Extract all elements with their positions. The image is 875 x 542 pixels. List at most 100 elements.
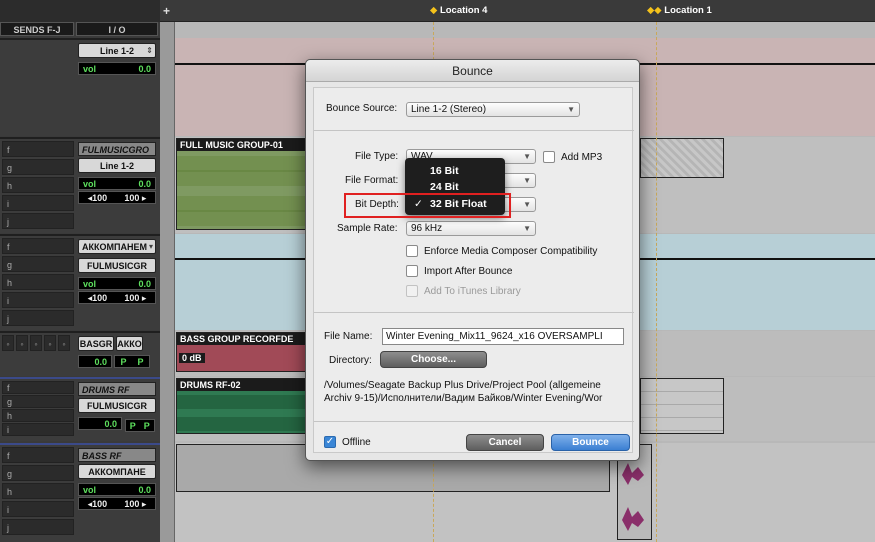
send-slot[interactable]: h	[2, 274, 74, 290]
choose-directory-button[interactable]: Choose...	[380, 351, 487, 368]
send-slot[interactable]: j	[2, 310, 74, 326]
itunes-label: Add To iTunes Library	[424, 286, 521, 297]
chevron-down-icon: ▼	[567, 105, 575, 114]
sends-header: SENDS F-J	[0, 22, 74, 36]
clip-gain-readout[interactable]: 0 dB	[179, 353, 205, 363]
input-selector[interactable]: АККОМПАНЕМ ▾	[78, 239, 156, 254]
mixer-strip: f g h i j BASS RF АККОМПАНЕ vol 0.0 ◂100 1…	[0, 443, 160, 542]
send-knob[interactable]: ◦	[30, 335, 42, 351]
add-mp3-checkbox[interactable]	[543, 151, 555, 163]
audio-clip-empty[interactable]	[640, 138, 724, 178]
mixer-topbar	[0, 0, 160, 22]
pan-readout[interactable]: PP	[124, 419, 155, 432]
divider	[314, 312, 634, 313]
pan-readout[interactable]: ◂100 100 ▸	[78, 191, 156, 204]
track-io-name[interactable]: DRUMS RF	[78, 382, 156, 396]
enforce-compat-checkbox[interactable]	[406, 245, 418, 257]
track-io-name[interactable]: BASS RF	[78, 448, 156, 462]
menu-item-16bit[interactable]: 16 Bit	[405, 163, 505, 179]
send-slot[interactable]: i	[2, 292, 74, 308]
send-slot[interactable]: f	[2, 141, 74, 157]
itunes-checkbox	[406, 285, 418, 297]
cancel-button[interactable]: Cancel	[466, 434, 544, 451]
highlight-annotation	[344, 193, 511, 218]
audio-clip[interactable]: DRUMS RF-02	[176, 378, 306, 434]
volume-readout[interactable]: vol 0.0	[78, 483, 156, 496]
send-slot[interactable]: i	[2, 195, 74, 211]
mixer-strip: f g h i DRUMS RF FULMUSICGR 0.0 PP	[0, 377, 160, 441]
chevron-down-icon: ▾	[148, 242, 153, 251]
output-selector[interactable]: Line 1-2	[78, 158, 156, 173]
pan-readout[interactable]: ◂100 100 ▸	[78, 291, 156, 304]
volume-readout[interactable]: vol 0.0	[78, 277, 156, 290]
send-slot[interactable]: i	[2, 423, 74, 436]
bounce-button[interactable]: Bounce	[551, 434, 630, 451]
stepper-icon: ⇕	[146, 46, 153, 55]
volume-readout[interactable]: 0.0	[78, 417, 122, 430]
audio-clip[interactable]: BASS GROUP RECORFDE 0 dB	[176, 332, 306, 372]
clip-title: DRUMS RF-02	[177, 379, 305, 391]
marker-location-4[interactable]: ◆ Location 4	[430, 5, 487, 16]
chevron-down-icon: ▼	[523, 200, 531, 209]
output-selector[interactable]: FULMUSICGR	[78, 398, 156, 413]
timeline-ruler[interactable]	[160, 0, 875, 22]
bounce-source-select[interactable]: Line 1-2 (Stereo) ▼	[406, 102, 580, 117]
send-slot[interactable]: j	[2, 213, 74, 229]
output-selector[interactable]: АККОМПАНЕ	[78, 464, 156, 479]
location-line	[656, 22, 657, 542]
waveform	[177, 391, 305, 433]
send-knob[interactable]: ◦	[2, 335, 14, 351]
marker-location-1[interactable]: ◆◆ Location 1	[647, 5, 712, 16]
send-slot[interactable]: g	[2, 465, 74, 481]
send-slot[interactable]: g	[2, 256, 74, 272]
send-slot[interactable]: h	[2, 483, 74, 499]
mixer-strip: ◦ ◦ ◦ ◦ ◦ BASGR АККО 0.0 PP	[0, 331, 160, 376]
send-slot[interactable]: h	[2, 177, 74, 193]
output-selector[interactable]: Line 1-2 ⇕	[78, 43, 156, 58]
mixer-strip: f g h i j FULMUSICGRO Line 1-2 vol 0.0 ◂1…	[0, 137, 160, 233]
input-selector[interactable]: BASGR	[78, 336, 114, 351]
clip-title: BASS GROUP RECORFDE	[177, 333, 305, 345]
send-knob[interactable]: ◦	[58, 335, 70, 351]
dialog-title: Bounce	[306, 60, 639, 82]
directory-path-line: Archiv 9-15)/Исполнители/Вадим Байков/Wi…	[324, 392, 603, 404]
volume-readout[interactable]: vol 0.0	[78, 62, 156, 75]
send-slot[interactable]: f	[2, 381, 74, 394]
file-name-input[interactable]: Winter Evening_Mix11_9624_x16 OVERSAMPLI	[382, 328, 624, 345]
send-knob[interactable]: ◦	[16, 335, 28, 351]
sample-rate-select[interactable]: 96 kHz ▼	[406, 221, 536, 236]
file-format-label: File Format:	[345, 175, 399, 186]
audio-clip-empty[interactable]	[640, 378, 724, 434]
send-slot[interactable]: f	[2, 447, 74, 463]
send-slot[interactable]: f	[2, 238, 74, 254]
send-slot[interactable]: g	[2, 159, 74, 175]
mixer-panel: SENDS F-J I / O Line 1-2 ⇕ vol 0.0 f g h i…	[0, 0, 160, 542]
waveform	[177, 151, 305, 229]
add-marker-icon[interactable]: +	[163, 4, 170, 18]
import-after-bounce-checkbox[interactable]	[406, 265, 418, 277]
volume-readout[interactable]: vol 0.0	[78, 177, 156, 190]
file-type-label: File Type:	[355, 151, 399, 162]
bounce-source-label: Bounce Source:	[326, 103, 398, 114]
audio-clip[interactable]: FULL MUSIC GROUP-01	[176, 138, 306, 230]
send-slot[interactable]: j	[2, 519, 74, 535]
pan-readout[interactable]: PP	[114, 355, 150, 368]
output-selector[interactable]: АККО	[116, 336, 143, 351]
track-io-name[interactable]: FULMUSICGRO	[78, 142, 156, 156]
chevron-down-icon: ▼	[523, 224, 531, 233]
import-after-bounce-label: Import After Bounce	[424, 266, 513, 277]
divider	[314, 421, 634, 422]
send-slot[interactable]: g	[2, 395, 74, 408]
clip-title: FULL MUSIC GROUP-01	[177, 139, 305, 151]
volume-readout[interactable]: 0.0	[78, 355, 112, 368]
dialog-body: Bounce Source: Line 1-2 (Stereo) ▼ File T…	[313, 87, 634, 453]
send-slot[interactable]: h	[2, 409, 74, 422]
pan-readout[interactable]: ◂100 100 ▸	[78, 497, 156, 510]
output-selector[interactable]: FULMUSICGR	[78, 258, 156, 273]
send-knob[interactable]: ◦	[44, 335, 56, 351]
offline-checkbox[interactable]: ✓	[324, 436, 336, 448]
mixer-strip: Line 1-2 ⇕ vol 0.0	[0, 38, 160, 136]
send-slot[interactable]: i	[2, 501, 74, 517]
add-mp3-label: Add MP3	[561, 152, 603, 163]
marker-icon: ◆◆	[647, 5, 662, 16]
